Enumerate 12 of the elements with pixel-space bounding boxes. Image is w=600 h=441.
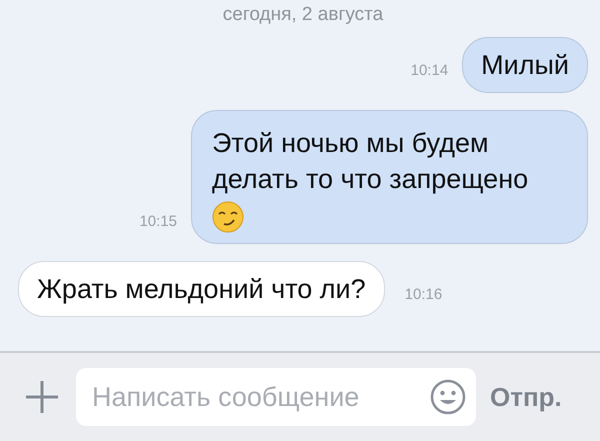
smiley-icon	[212, 201, 244, 233]
message-time: 10:14	[410, 62, 448, 81]
smiley-icon[interactable]	[430, 379, 466, 415]
message-time: 10:16	[404, 286, 442, 305]
message-input[interactable]: Написать сообщение	[90, 380, 430, 414]
message-field[interactable]: Написать сообщение	[76, 368, 476, 426]
send-button[interactable]: Отпр.	[490, 382, 562, 412]
message-text: Милый	[481, 50, 569, 80]
message-text: Жрать мельдоний что ли?	[37, 274, 366, 304]
message-time: 10:15	[139, 213, 177, 232]
message-text: Этой ночью мы будем делать то что запрещено	[212, 128, 528, 194]
date-header: сегодня, 2 августа	[222, 4, 384, 26]
